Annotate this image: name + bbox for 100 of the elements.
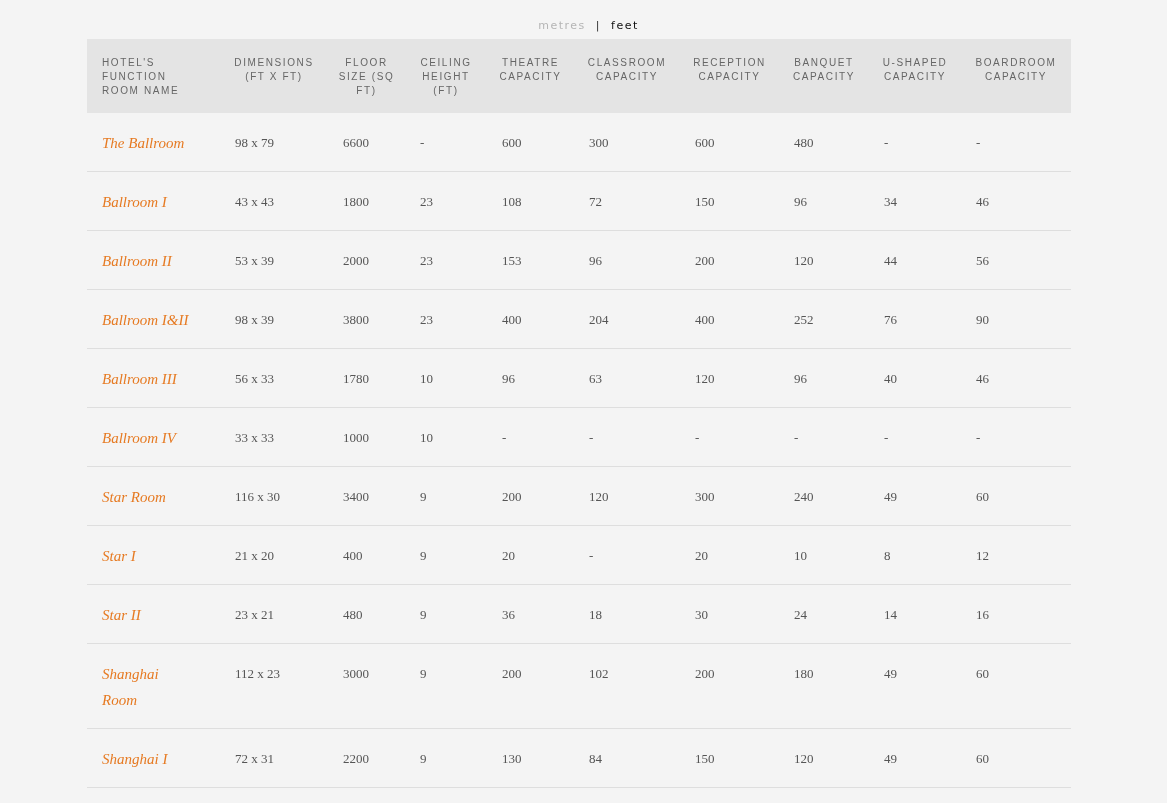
table-cell: - [779,407,869,467]
table-cell: 150 [680,171,779,231]
column-header: RECEPTION CAPACITY [680,39,779,113]
table-cell: 44 [869,230,961,290]
column-header: U-SHAPED CAPACITY [869,39,961,113]
table-cell: 18 [574,584,680,644]
table-cell: 36 [487,584,574,644]
table-cell: 98 x 39 [220,289,328,349]
table-cell: 120 [574,466,680,526]
table-cell: 46 [961,348,1071,408]
table-cell: 3800 [328,289,405,349]
table-cell: 600 [487,113,574,172]
room-name-link[interactable]: Ballroom IV [102,425,194,451]
room-name-link[interactable]: Ballroom I [102,189,194,215]
column-header: DIMENSIONS (FT X FT) [220,39,328,113]
unit-separator: | [595,18,602,32]
table-cell: 252 [779,289,869,349]
room-name-link[interactable]: Shanghai I [102,746,194,772]
table-cell: - [574,525,680,585]
table-cell: 120 [779,230,869,290]
table-cell: 33 x 33 [220,407,328,467]
table-cell: 20 [487,525,574,585]
table-cell: 9 [405,643,487,729]
table-cell: 34 [869,171,961,231]
table-cell: 23 x 21 [220,584,328,644]
table-cell: 46 [961,171,1071,231]
table-cell: 200 [487,643,574,729]
table-cell: 1000 [328,407,405,467]
table-cell: 60 [961,643,1071,729]
table-cell: 8 [869,525,961,585]
table-cell: 1780 [328,348,405,408]
table-cell: 60 [961,466,1071,526]
unit-link[interactable]: metres [538,18,586,32]
table-cell: 23 [405,230,487,290]
table-cell: 9 [405,466,487,526]
table-cell: 10 [779,525,869,585]
table-cell: 20 [680,525,779,585]
table-cell: 9 [405,584,487,644]
table-cell: - [574,407,680,467]
table-cell: 108 [487,171,574,231]
table-cell: 43 x 43 [220,171,328,231]
table-cell: 16 [961,584,1071,644]
room-name-link[interactable]: Shanghai Room [102,661,194,713]
room-name-link[interactable]: Ballroom III [102,366,194,392]
table-cell: 300 [574,113,680,172]
table-cell: 9 [405,525,487,585]
table-cell: 3400 [328,466,405,526]
column-header: CEILING HEIGHT (FT) [405,39,487,113]
column-header: HOTEL'S FUNCTION ROOM NAME [87,39,220,113]
table-cell: 2000 [328,230,405,290]
table-cell: 76 [869,289,961,349]
table-cell: - [405,113,487,172]
table-cell: 12 [961,525,1071,585]
table-cell: 200 [680,230,779,290]
table-cell: 53 x 39 [220,230,328,290]
table-cell: 63 [574,348,680,408]
table-cell: 200 [680,643,779,729]
table-cell: 90 [961,289,1071,349]
room-name-link[interactable]: Star II [102,602,194,628]
table-cell: - [869,113,961,172]
table-cell: 9 [405,728,487,788]
table-cell: 400 [487,289,574,349]
table-cell: 153 [487,230,574,290]
unit-link[interactable]: feet [611,18,639,32]
table-cell: 2200 [328,728,405,788]
table-cell: 14 [869,584,961,644]
table-cell: - [487,407,574,467]
room-name-link[interactable]: Star I [102,543,194,569]
room-name-link[interactable]: Ballroom I&II [102,307,194,333]
table-cell: 400 [680,289,779,349]
table-cell: 300 [680,466,779,526]
column-header: THEATRE CAPACITY [487,39,574,113]
table-cell: 96 [779,348,869,408]
table-cell: 49 [869,643,961,729]
table-cell: 96 [487,348,574,408]
table-cell: 116 x 30 [220,466,328,526]
table-cell: 400 [328,525,405,585]
table-cell: 480 [328,584,405,644]
table-cell: 120 [779,728,869,788]
table-cell: 96 [779,171,869,231]
table-cell: 120 [680,348,779,408]
table-cell: 6600 [328,113,405,172]
table-cell: 56 x 33 [220,348,328,408]
room-name-link[interactable]: The Ballroom [102,130,194,156]
table-cell: - [680,407,779,467]
table-cell: 23 [405,171,487,231]
table-cell: 112 x 23 [220,643,328,729]
table-cell: - [961,113,1071,172]
column-header: CLASSROOM CAPACITY [574,39,680,113]
table-cell: 23 [405,289,487,349]
table-cell: 3000 [328,643,405,729]
table-cell: 10 [405,348,487,408]
table-cell: 56 [961,230,1071,290]
column-header: BANQUET CAPACITY [779,39,869,113]
table-cell: - [869,407,961,467]
room-name-link[interactable]: Star Room [102,484,194,510]
table-cell: 30 [680,584,779,644]
table-cell: 98 x 79 [220,113,328,172]
table-cell: 84 [574,728,680,788]
room-name-link[interactable]: Ballroom II [102,248,194,274]
